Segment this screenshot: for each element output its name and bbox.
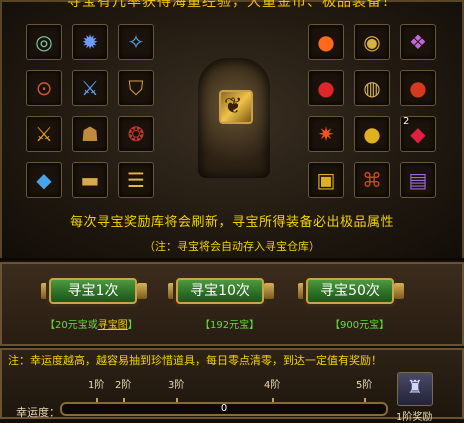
fire-orb-icon: ● <box>317 30 335 54</box>
price-search-1: 【20元宝或寻宝图】 <box>45 316 138 331</box>
button-cap <box>394 283 404 299</box>
helmet-icon: ☗ <box>81 122 99 146</box>
item-count: 2 <box>403 116 410 127</box>
luck-value: 0 <box>220 403 228 414</box>
stage-label-5: 5阶 <box>356 380 373 391</box>
item-slot[interactable]: ⛉ <box>118 70 154 106</box>
item-slot[interactable]: ▣ <box>308 162 344 198</box>
item-slot[interactable]: ✹ <box>72 24 108 60</box>
banner-text: 寻宝有几率获得海量经验，大量金币、极品装备！ <box>67 0 397 10</box>
apple-icon: ● <box>409 76 427 100</box>
golden-bird-icon: ❦ <box>224 94 243 119</box>
bracelet-icon: ⊙ <box>35 76 53 100</box>
button-panel <box>0 262 464 346</box>
item-slot[interactable]: ☗ <box>72 116 108 152</box>
item-slot[interactable]: ● <box>308 70 344 106</box>
luck-label: 幸运度： <box>16 406 60 419</box>
button-cap <box>137 283 147 299</box>
gold-bar-icon: ▬ <box>80 168 100 192</box>
item-slot[interactable]: ● <box>400 70 436 106</box>
item-slot[interactable]: ◎ <box>26 24 62 60</box>
crystal-wings-icon: ✧ <box>127 30 145 54</box>
item-slot[interactable]: ⚔ <box>26 116 62 152</box>
amulet-icon: ✹ <box>81 30 99 54</box>
price-suffix: 】 <box>127 320 138 331</box>
divider <box>0 258 464 260</box>
book-icon: ▤ <box>408 168 428 192</box>
stage-reward-slot[interactable]: ♜ <box>397 372 433 406</box>
item-slot[interactable]: ◆ 2 <box>400 116 436 152</box>
ruby-icon: ◆ <box>410 122 426 146</box>
dagger-icon: ⚔ <box>35 122 53 146</box>
info-line: 每次寻宝奖励库将会刷新，寻宝所得装备必出极品属性 <box>69 215 394 230</box>
gold-ring-icon: ◉ <box>363 30 381 54</box>
item-slot[interactable]: ❖ <box>400 24 436 60</box>
gold-orb-icon: ◍ <box>363 76 381 100</box>
item-slot[interactable]: ❂ <box>118 116 154 152</box>
sword-icon: ⚔ <box>81 76 99 100</box>
item-slot[interactable]: ☰ <box>118 162 154 198</box>
item-slot[interactable]: ⌘ <box>354 162 390 198</box>
ring-icon: ◎ <box>35 30 53 54</box>
button-cap <box>264 283 274 299</box>
gold-ball-icon: ● <box>363 122 381 146</box>
luck-note: 注：幸运度越高，越容易抽到珍惜道具，每日零点清零，到达一定值有奖励！ <box>8 354 382 367</box>
item-slot[interactable]: ⚔ <box>72 70 108 106</box>
purple-gem-icon: ❖ <box>409 30 427 54</box>
item-slot[interactable]: ◆ <box>26 162 62 198</box>
item-slot[interactable]: ◉ <box>354 24 390 60</box>
info-note: （注：寻宝将会自动存入寻宝仓库） <box>144 240 320 253</box>
item-slot[interactable]: ✧ <box>118 24 154 60</box>
necklace-icon: ❂ <box>127 122 145 146</box>
search-50-button[interactable]: 寻宝50次 <box>306 278 394 304</box>
search-10-button[interactable]: 寻宝10次 <box>176 278 264 304</box>
scroll-icon: ⌘ <box>362 168 382 192</box>
item-slot[interactable]: ◍ <box>354 70 390 106</box>
price-search-10: 【192元宝】 <box>200 320 260 331</box>
treasure-map-link[interactable]: 寻宝图 <box>98 320 128 331</box>
stage-label-3: 3阶 <box>168 380 185 391</box>
search-1-button[interactable]: 寻宝1次 <box>49 278 137 304</box>
price-search-50: 【900元宝】 <box>330 320 390 331</box>
item-slot[interactable]: ▤ <box>400 162 436 198</box>
red-orb-icon: ● <box>317 76 335 100</box>
gold-ingot-icon: ☰ <box>127 168 145 192</box>
blue-gem-icon: ◆ <box>36 168 52 192</box>
stage-label-1: 1阶 <box>88 380 105 391</box>
stage-label-4: 4阶 <box>264 380 281 391</box>
item-slot[interactable]: ✷ <box>308 116 344 152</box>
shield-icon: ⛉ <box>128 76 144 100</box>
flame-icon: ✷ <box>317 122 335 146</box>
item-slot[interactable]: ⊙ <box>26 70 62 106</box>
item-slot[interactable]: ● <box>354 116 390 152</box>
price-prefix: 【20元宝或 <box>45 320 98 331</box>
item-slot[interactable]: ● <box>308 24 344 60</box>
center-reward-slot[interactable]: ❦ <box>219 90 253 124</box>
treasure-chest-icon: ▣ <box>316 168 336 192</box>
reward-label: 1阶奖励 <box>396 412 433 423</box>
item-slot[interactable]: ▬ <box>72 162 108 198</box>
stage-label-2: 2阶 <box>115 380 132 391</box>
reward-bag-icon: ♜ <box>406 377 424 398</box>
